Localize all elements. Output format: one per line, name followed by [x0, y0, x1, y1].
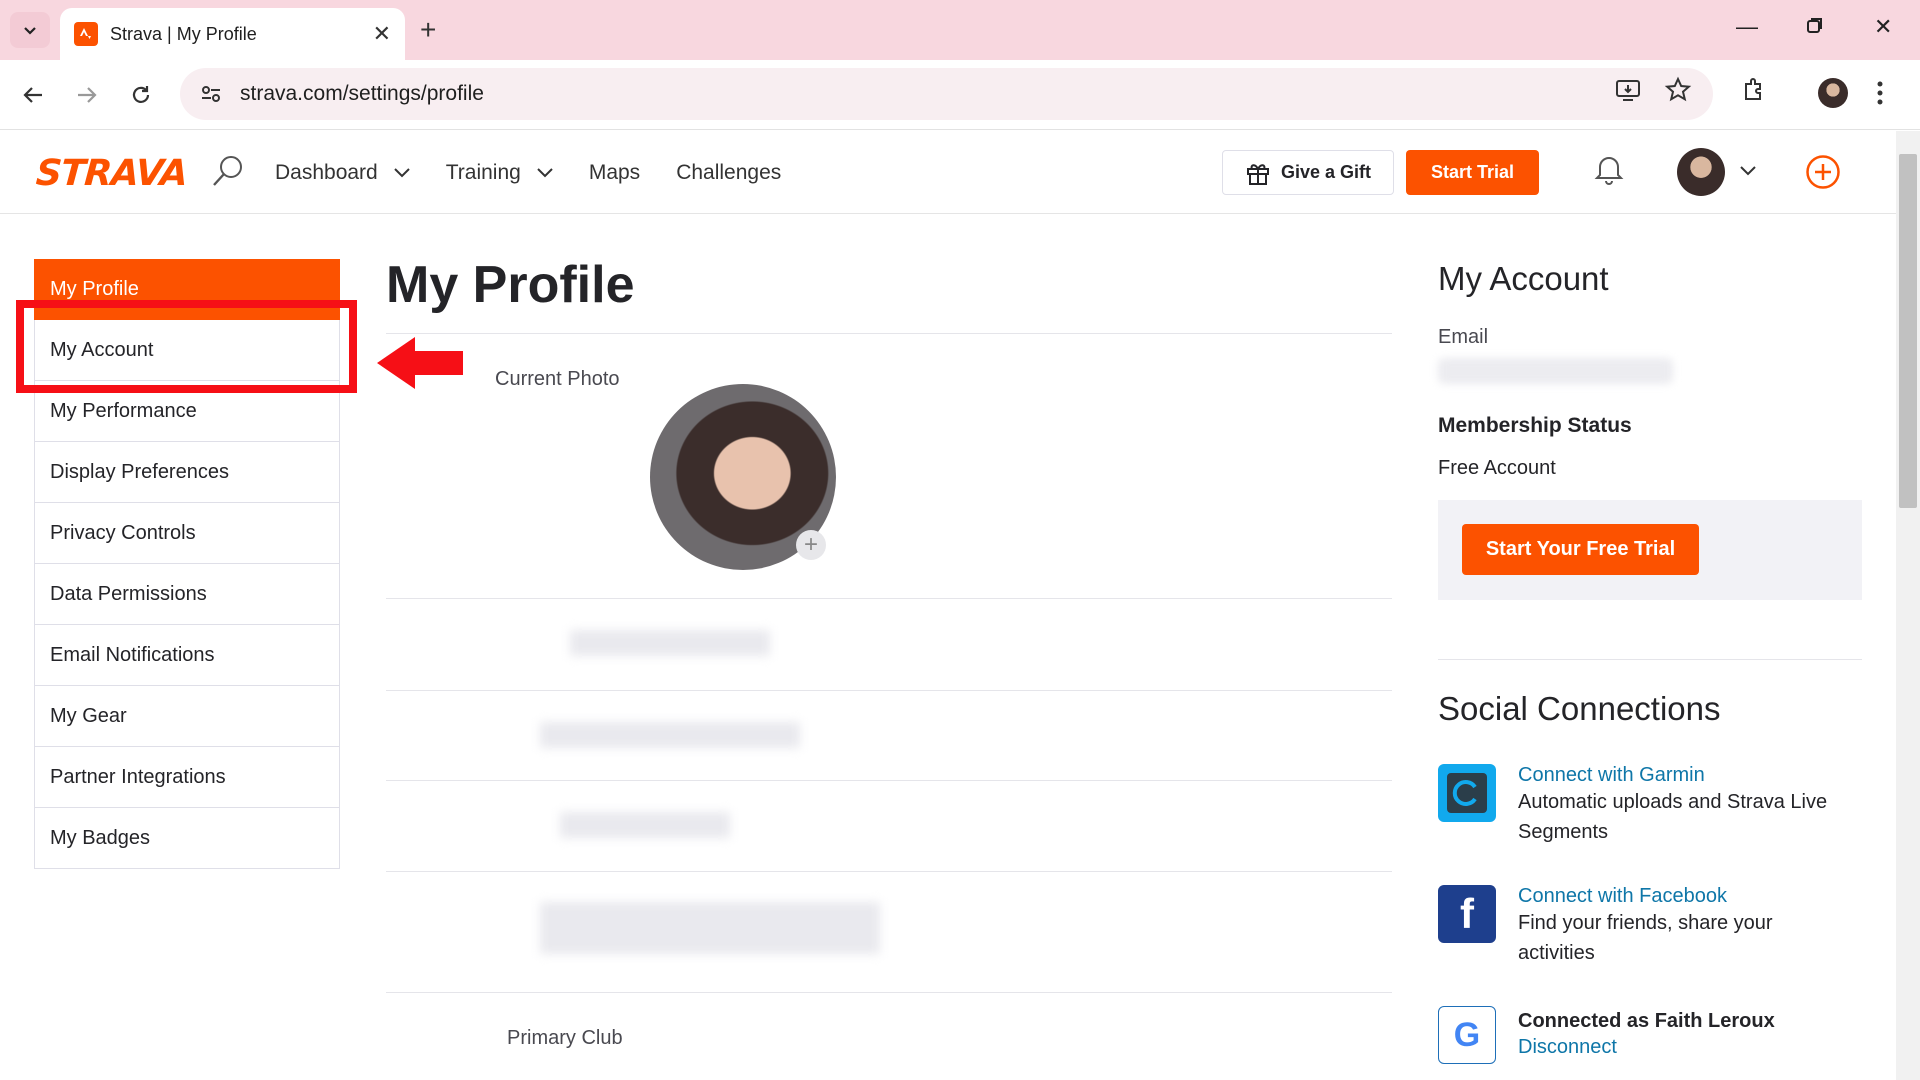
browser-tabstrip: Strava | My Profile ✕ + — ✕ — [0, 0, 1920, 60]
scrollbar-thumb[interactable] — [1899, 154, 1917, 508]
divider — [386, 780, 1392, 781]
facebook-connection: f Connect with Facebook Find your friend… — [1438, 885, 1818, 968]
nav-challenges[interactable]: Challenges — [676, 161, 781, 185]
forward-icon[interactable] — [70, 78, 104, 112]
tab-close-icon[interactable]: ✕ — [373, 21, 391, 47]
annotation-highlight-box — [16, 300, 357, 393]
chevron-down-icon — [394, 167, 410, 177]
connect-facebook-link[interactable]: Connect with Facebook — [1518, 885, 1818, 908]
blurred-field — [560, 812, 730, 838]
strava-favicon-icon — [74, 22, 98, 46]
start-free-trial-button[interactable]: Start Your Free Trial — [1462, 524, 1699, 575]
site-header: STRAVA Dashboard Training Maps Challenge… — [0, 131, 1900, 214]
my-account-heading: My Account — [1438, 260, 1609, 297]
divider — [386, 871, 1392, 872]
gift-icon — [1246, 163, 1269, 185]
page-title: My Profile — [386, 256, 635, 314]
new-tab-button[interactable]: + — [420, 14, 436, 46]
browser-profile-avatar[interactable] — [1818, 78, 1848, 108]
divider — [386, 333, 1392, 334]
email-label: Email — [1438, 326, 1489, 348]
browser-menu-icon[interactable] — [1876, 80, 1884, 111]
chevron-down-icon — [537, 167, 553, 177]
main-nav: Dashboard Training Maps Challenges — [275, 131, 817, 214]
membership-status-value: Free Account — [1438, 457, 1556, 479]
free-trial-panel: Start Your Free Trial — [1438, 500, 1862, 600]
facebook-description: Find your friends, share your activities — [1518, 912, 1773, 964]
sidebar-item-email-notifications[interactable]: Email Notifications — [34, 625, 340, 686]
window-close-icon[interactable]: ✕ — [1874, 14, 1892, 40]
give-a-gift-button[interactable]: Give a Gift — [1222, 150, 1394, 195]
address-bar[interactable]: strava.com/settings/profile — [180, 68, 1713, 120]
tab-title: Strava | My Profile — [110, 23, 257, 44]
give-a-gift-label: Give a Gift — [1280, 162, 1372, 182]
strava-logo[interactable]: STRAVA — [35, 153, 189, 194]
sidebar-item-display-preferences[interactable]: Display Preferences — [34, 442, 340, 503]
google-disconnect-link[interactable]: Disconnect — [1518, 1036, 1775, 1059]
garmin-connection: Connect with Garmin Automatic uploads an… — [1438, 764, 1878, 847]
sidebar-item-privacy-controls[interactable]: Privacy Controls — [34, 503, 340, 564]
minimize-icon[interactable]: — — [1736, 14, 1758, 40]
sidebar-item-my-gear[interactable]: My Gear — [34, 686, 340, 747]
primary-club-label: Primary Club — [507, 1027, 623, 1049]
reload-icon[interactable] — [124, 78, 158, 112]
garmin-description: Automatic uploads and Strava Live Segmen… — [1518, 791, 1828, 843]
tab-search-button[interactable] — [10, 12, 50, 48]
membership-status-label: Membership Status — [1438, 414, 1632, 437]
blurred-field — [540, 902, 880, 954]
sidebar-item-data-permissions[interactable]: Data Permissions — [34, 564, 340, 625]
bookmark-star-icon[interactable] — [1664, 76, 1692, 109]
url-text: strava.com/settings/profile — [240, 82, 484, 105]
divider — [386, 690, 1392, 691]
chevron-down-icon — [24, 27, 36, 35]
google-connection: G Connected as Faith Leroux Disconnect — [1438, 1006, 1775, 1064]
blurred-field — [540, 722, 800, 748]
user-avatar[interactable] — [1677, 148, 1725, 196]
sidebar-item-my-badges[interactable]: My Badges — [34, 808, 340, 869]
nav-dashboard-label: Dashboard — [275, 160, 378, 184]
facebook-icon: f — [1438, 885, 1496, 943]
nav-training[interactable]: Training — [446, 161, 553, 185]
restore-icon[interactable] — [1806, 14, 1824, 40]
install-app-icon[interactable] — [1614, 76, 1642, 109]
nav-maps[interactable]: Maps — [589, 161, 640, 185]
nav-training-label: Training — [445, 160, 521, 184]
upload-plus-icon[interactable] — [1805, 154, 1841, 195]
back-icon[interactable] — [16, 78, 50, 112]
start-trial-button[interactable]: Start Trial — [1406, 150, 1539, 195]
current-photo-label: Current Photo — [495, 368, 620, 390]
garmin-icon — [1438, 764, 1496, 822]
email-value-blurred — [1438, 358, 1673, 384]
chevron-down-icon[interactable] — [1740, 163, 1756, 181]
browser-toolbar: strava.com/settings/profile — [0, 60, 1920, 130]
connect-garmin-link[interactable]: Connect with Garmin — [1518, 764, 1878, 787]
divider — [1438, 659, 1862, 660]
annotation-arrow-icon — [377, 337, 463, 389]
google-icon: G — [1438, 1006, 1496, 1064]
divider — [386, 598, 1392, 599]
social-connections-heading: Social Connections — [1438, 690, 1721, 727]
browser-tab-active[interactable]: Strava | My Profile ✕ — [60, 8, 405, 60]
site-info-icon[interactable] — [200, 83, 222, 105]
search-icon[interactable] — [210, 153, 246, 194]
divider — [386, 992, 1392, 993]
nav-dashboard[interactable]: Dashboard — [275, 161, 410, 185]
notifications-bell-icon[interactable] — [1594, 153, 1624, 190]
sidebar-item-partner-integrations[interactable]: Partner Integrations — [34, 747, 340, 808]
blurred-field — [570, 630, 770, 656]
add-photo-icon[interactable]: + — [796, 530, 826, 560]
google-connected-status: Connected as Faith Leroux — [1518, 1010, 1775, 1032]
extensions-icon[interactable] — [1740, 76, 1768, 109]
